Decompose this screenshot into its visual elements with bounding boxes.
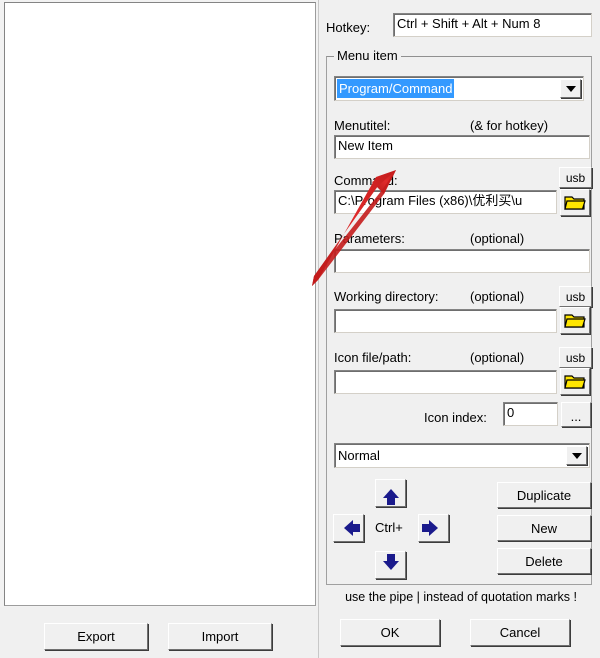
icon-file-path-input[interactable] xyxy=(334,370,557,394)
folder-icon xyxy=(564,374,586,389)
duplicate-button[interactable]: Duplicate xyxy=(497,482,591,508)
working-directory-usb-button[interactable]: usb xyxy=(559,286,592,307)
import-button[interactable]: Import xyxy=(168,623,272,650)
working-directory-browse-button[interactable] xyxy=(560,307,590,334)
menu-item-type-combo[interactable]: Program/Command xyxy=(334,76,584,101)
window-state-value: Normal xyxy=(338,448,380,463)
command-browse-button[interactable] xyxy=(560,189,590,216)
arrow-left-icon xyxy=(344,520,360,536)
chevron-down-icon[interactable] xyxy=(560,79,581,98)
command-label: Command: xyxy=(334,173,398,188)
ok-button[interactable]: OK xyxy=(340,619,440,646)
icon-file-path-browse-button[interactable] xyxy=(560,368,590,395)
menu-item-type-value: Program/Command xyxy=(337,79,455,98)
hotkey-input[interactable]: Ctrl + Shift + Alt + Num 8 xyxy=(393,13,592,37)
icon-index-browse-button[interactable]: ... xyxy=(561,402,591,427)
menutitel-input[interactable]: New Item xyxy=(334,135,590,159)
folder-icon xyxy=(564,195,586,210)
parameters-hint: (optional) xyxy=(470,231,525,246)
hotkey-label: Hotkey: xyxy=(326,20,371,35)
pipe-hint-text: use the pipe | instead of quotation mark… xyxy=(345,590,577,604)
menutitel-label: Menutitel: xyxy=(334,118,391,133)
move-right-button[interactable] xyxy=(418,514,449,542)
icon-index-label: Icon index: xyxy=(424,410,487,425)
icon-index-input[interactable]: 0 xyxy=(503,402,558,426)
delete-button[interactable]: Delete xyxy=(497,548,591,574)
app-window: Export Import Hotkey: Ctrl + Shift + Alt… xyxy=(0,0,600,658)
icon-file-path-usb-button[interactable]: usb xyxy=(559,347,592,368)
cancel-button[interactable]: Cancel xyxy=(470,619,570,646)
move-pad-center-label: Ctrl+ xyxy=(375,520,403,535)
move-left-button[interactable] xyxy=(333,514,364,542)
arrow-right-icon xyxy=(422,520,438,536)
export-button[interactable]: Export xyxy=(44,623,148,650)
menutitel-hint: (& for hotkey) xyxy=(470,118,549,133)
working-directory-input[interactable] xyxy=(334,309,557,333)
menu-item-groupbox-legend: Menu item xyxy=(334,48,401,63)
window-state-combo[interactable]: Normal xyxy=(334,443,590,468)
move-down-button[interactable] xyxy=(375,551,406,579)
folder-icon xyxy=(564,313,586,328)
menu-item-list[interactable] xyxy=(4,2,316,606)
left-bottom-bar: Export Import xyxy=(0,607,318,658)
command-usb-button[interactable]: usb xyxy=(559,167,592,188)
command-input[interactable]: C:\Program Files (x86)\优利买\u xyxy=(334,190,557,214)
icon-file-path-hint: (optional) xyxy=(470,350,525,365)
parameters-input[interactable] xyxy=(334,249,590,273)
working-directory-hint: (optional) xyxy=(470,289,525,304)
new-button[interactable]: New xyxy=(497,515,591,541)
arrow-up-icon xyxy=(382,488,399,505)
arrow-down-icon xyxy=(382,553,399,570)
chevron-down-icon[interactable] xyxy=(566,446,587,465)
parameters-label: Parameters: xyxy=(334,231,405,246)
icon-file-path-label: Icon file/path: xyxy=(334,350,412,365)
move-up-button[interactable] xyxy=(375,479,406,507)
working-directory-label: Working directory: xyxy=(334,289,439,304)
